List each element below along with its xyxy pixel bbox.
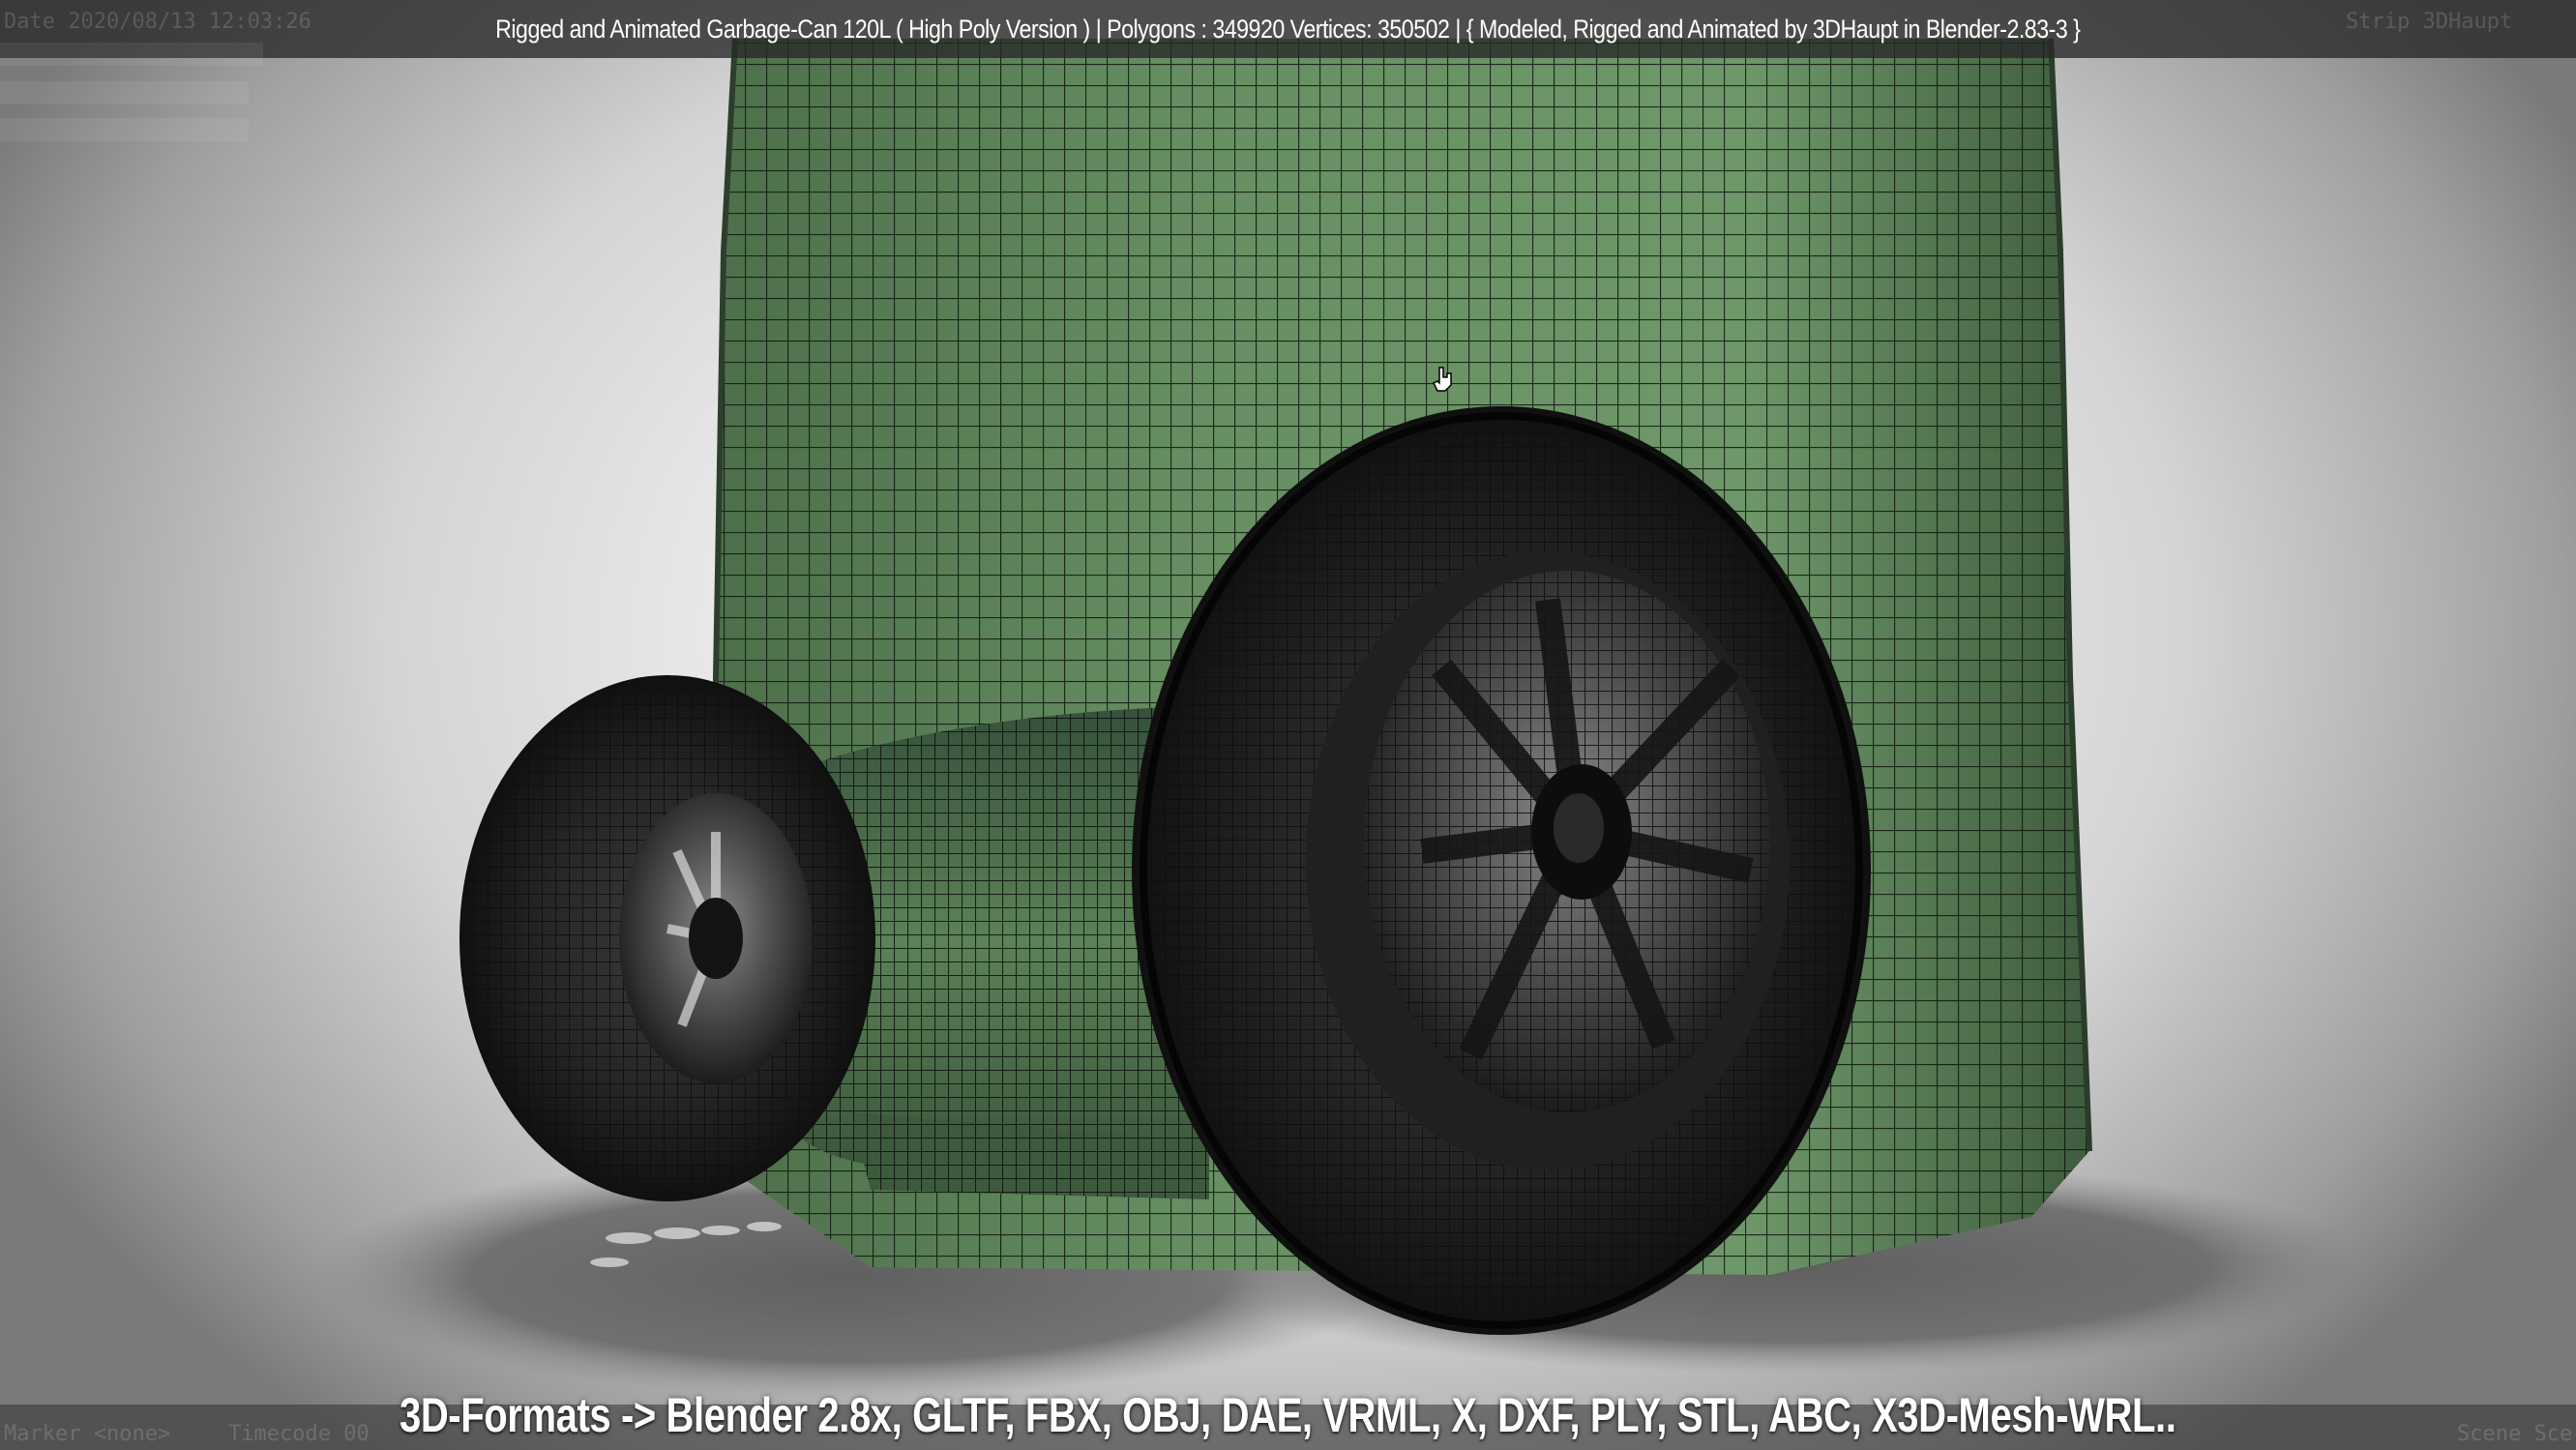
marker-label: Marker <none> <box>4 1422 171 1446</box>
overlay-box-1 <box>0 43 263 66</box>
back-wheel <box>459 675 875 1201</box>
date-stamp: Date 2020/08/13 12:03:26 <box>4 10 311 34</box>
header-title: Rigged and Animated Garbage-Can 120L ( H… <box>495 15 2081 44</box>
overlay-box-3 <box>0 118 249 141</box>
3d-viewport[interactable]: Rigged and Animated Garbage-Can 120L ( H… <box>0 0 2576 1450</box>
front-wheel <box>1132 406 1871 1335</box>
scene-label: Scene Sce <box>2457 1422 2573 1446</box>
overlay-box-2 <box>0 81 249 104</box>
formats-caption: 3D-Formats -> Blender 2.8x, GLTF, FBX, O… <box>399 1388 2176 1442</box>
strip-name: Strip 3DHaupt <box>2346 10 2513 34</box>
garbage-can-render <box>310 38 2389 1398</box>
